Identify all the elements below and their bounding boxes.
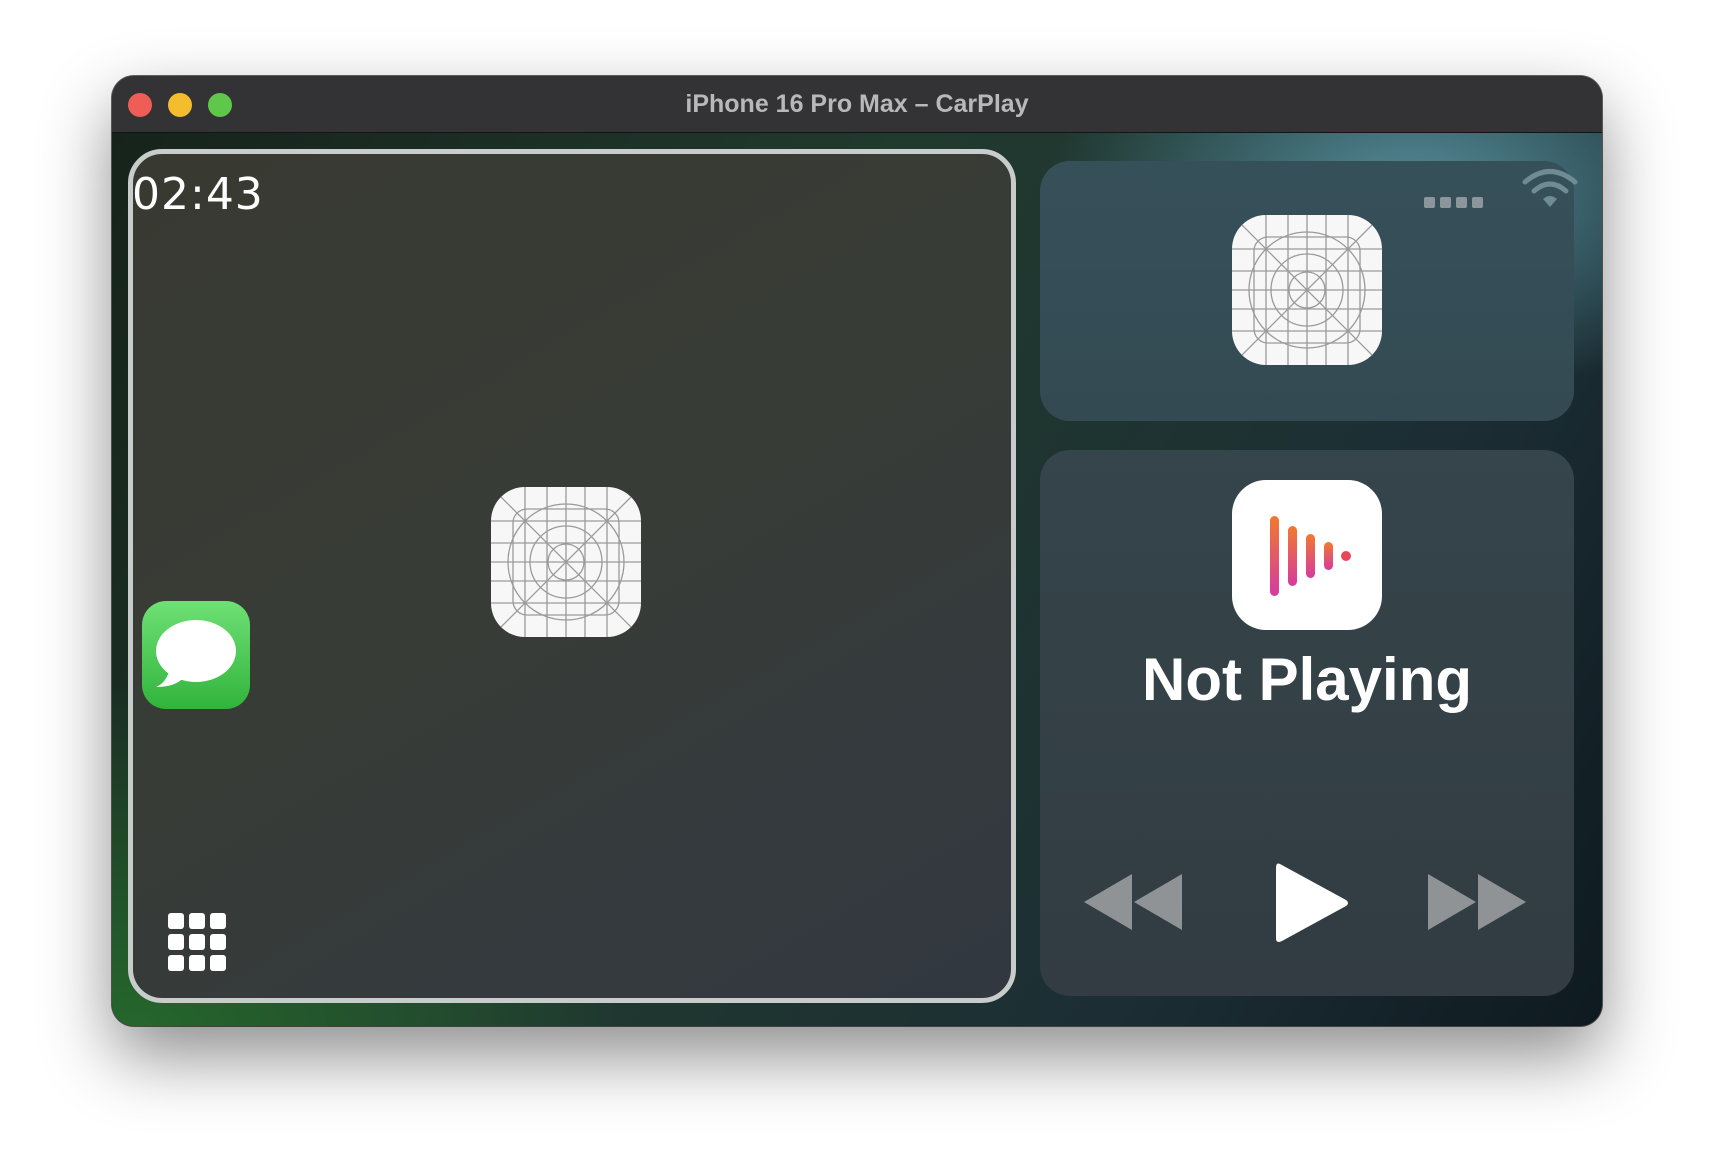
fast-forward-icon (1478, 874, 1526, 930)
grid-dot (168, 955, 184, 971)
wifi-icon (1522, 169, 1578, 207)
podcasts-icon (1270, 516, 1351, 596)
grid-dot (210, 913, 226, 929)
messages-app-icon[interactable] (142, 601, 250, 709)
grid-dot (189, 913, 205, 929)
placeholder-grid-icon (1232, 215, 1382, 365)
rewind-button[interactable] (1082, 870, 1186, 934)
status-clock: 02:43 (132, 169, 264, 220)
now-playing-status: Not Playing (1141, 646, 1473, 713)
app-grid-button[interactable] (168, 913, 228, 973)
now-playing-widget[interactable]: Not Playing (1040, 450, 1574, 996)
fast-forward-icon (1428, 874, 1476, 930)
grid-dot (168, 913, 184, 929)
title-bar[interactable]: iPhone 16 Pro Max – CarPlay (112, 76, 1602, 133)
grid-dot (210, 934, 226, 950)
podcasts-app-icon[interactable] (1232, 480, 1382, 630)
window-title: iPhone 16 Pro Max – CarPlay (685, 90, 1029, 118)
grid-dot (189, 934, 205, 950)
play-icon (1276, 863, 1348, 942)
play-button[interactable] (1272, 858, 1352, 948)
carplay-screen: 02:43 Not Playing (112, 133, 1602, 1026)
fast-forward-button[interactable] (1424, 870, 1528, 934)
app-placeholder-icon[interactable] (491, 487, 641, 637)
dashboard-main-panel[interactable] (128, 149, 1016, 1003)
placeholder-grid-icon (491, 487, 641, 637)
grid-dot (189, 955, 205, 971)
simulator-window: iPhone 16 Pro Max – CarPlay 02:43 Not Pl… (112, 76, 1602, 1026)
grid-dot (210, 955, 226, 971)
rewind-icon (1084, 874, 1132, 930)
rewind-icon (1134, 874, 1182, 930)
app-placeholder-icon[interactable] (1232, 215, 1382, 365)
grid-dot (168, 934, 184, 950)
speech-bubble-icon (156, 620, 236, 687)
